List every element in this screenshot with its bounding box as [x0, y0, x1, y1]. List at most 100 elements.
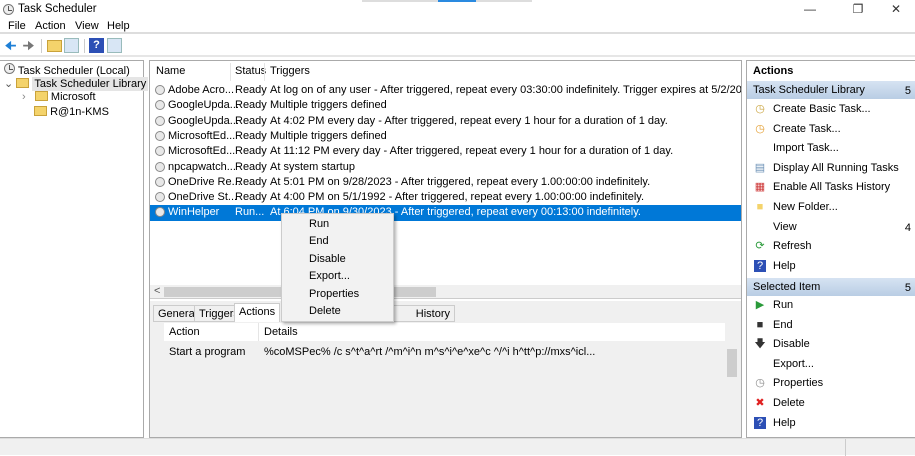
context-run[interactable]: Run: [309, 218, 329, 230]
action-delete[interactable]: ✖ Delete: [747, 394, 915, 413]
context-disable[interactable]: Disable: [309, 253, 346, 265]
task-name: MicrosoftEd...: [168, 129, 236, 142]
show-hide-console-tree-icon[interactable]: [64, 38, 79, 53]
collapse-arrow-icon[interactable]: 5: [905, 85, 911, 97]
action-label: Enable All Tasks History: [773, 181, 891, 194]
action-label: Create Task...: [773, 122, 841, 135]
action-label: Refresh: [773, 240, 812, 253]
action-label: View: [773, 220, 797, 233]
tree-folder-microsoft[interactable]: › Microsoft: [22, 91, 96, 103]
action-refresh[interactable]: ⟳ Refresh: [747, 237, 915, 256]
task-triggers: At log on of any user - After triggered,…: [270, 84, 741, 96]
menu-help[interactable]: Help: [107, 20, 130, 32]
back-arrow-icon[interactable]: 🠈: [3, 38, 18, 53]
delete-icon: ✖: [755, 397, 765, 409]
task-name: OneDrive Re...: [168, 175, 241, 188]
disable-icon: 🡇: [754, 338, 766, 351]
folder-label: Microsoft: [50, 91, 96, 103]
restore-button[interactable]: ❐: [838, 0, 878, 18]
action-new-folder[interactable]: ■ New Folder...: [747, 198, 915, 217]
action-display-all-running-tasks[interactable]: ▤ Display All Running Tasks: [747, 159, 915, 178]
horizontal-scrollbar[interactable]: <: [150, 285, 741, 298]
context-export[interactable]: Export...: [309, 270, 350, 282]
forward-arrow-icon[interactable]: 🠊: [21, 38, 36, 53]
tree-root[interactable]: Task Scheduler (Local): [4, 63, 130, 77]
task-row[interactable]: OneDrive St... Ready At 4:00 PM on 5/1/1…: [150, 190, 741, 205]
action-view[interactable]: View 4: [747, 218, 915, 237]
menu-view[interactable]: View: [75, 20, 99, 32]
column-header-triggers[interactable]: Triggers: [270, 65, 310, 83]
task-clock-icon: [155, 130, 165, 141]
task-row[interactable]: GoogleUpda... Ready Multiple triggers de…: [150, 98, 741, 113]
action-enable-all-tasks-history[interactable]: ▦ Enable All Tasks History: [747, 178, 915, 197]
console-tree: Task Scheduler (Local) ⌄ Task Scheduler …: [0, 60, 149, 438]
context-end[interactable]: End: [309, 235, 329, 247]
action-label: Help: [773, 416, 796, 429]
task-row[interactable]: npcapwatch... Ready At system startup: [150, 160, 741, 175]
window-title: Task Scheduler: [18, 3, 97, 15]
task-list: Name Status Triggers Adobe Acro... Ready…: [150, 61, 741, 299]
menu-action[interactable]: Action: [35, 20, 66, 32]
task-name: GoogleUpda...: [168, 99, 239, 112]
submenu-arrow-icon: 4: [904, 221, 911, 234]
action-help[interactable]: ? Help: [747, 414, 915, 433]
action-export[interactable]: Export...: [747, 355, 915, 374]
collapse-arrow-icon[interactable]: 5: [905, 282, 911, 294]
action-label: Import Task...: [773, 142, 839, 155]
section-title: Selected Item: [753, 281, 821, 293]
action-disable[interactable]: 🡇 Disable: [747, 335, 915, 354]
column-divider[interactable]: [258, 323, 259, 341]
action-create-basic-task[interactable]: ◷ Create Basic Task...: [747, 100, 915, 119]
vertical-scrollbar[interactable]: [725, 323, 740, 435]
menu-bar: File Action View Help: [0, 18, 915, 34]
help-icon[interactable]: ?: [89, 38, 104, 53]
section-selected-item[interactable]: Selected Item 5: [747, 278, 915, 296]
enable-history-icon: ▦: [754, 181, 766, 194]
context-properties[interactable]: Properties: [309, 288, 359, 300]
action-create-task[interactable]: ◷ Create Task...: [747, 120, 915, 139]
new-folder-icon: ■: [756, 201, 764, 213]
task-row[interactable]: MicrosoftEd... Ready At 11:12 PM every d…: [150, 144, 741, 159]
action-import-task[interactable]: Import Task...: [747, 139, 915, 158]
task-row[interactable]: MicrosoftEd... Ready Multiple triggers d…: [150, 129, 741, 144]
tree-folder-r1n-kms[interactable]: R@1n-KMS: [34, 106, 109, 118]
task-row[interactable]: GoogleUpda... Ready At 4:02 PM every day…: [150, 114, 741, 129]
toolbar: 🠈 🠊 ?: [0, 36, 915, 57]
column-header-status[interactable]: Status: [235, 65, 266, 83]
up-folder-icon[interactable]: [47, 40, 62, 52]
scroll-left-arrow-icon[interactable]: <: [154, 285, 160, 297]
task-clock-icon: [155, 192, 165, 203]
show-hide-action-pane-icon[interactable]: [107, 38, 122, 53]
menu-file[interactable]: File: [8, 20, 26, 32]
help-icon: ?: [754, 259, 766, 272]
tab-actions[interactable]: Actions: [234, 303, 281, 322]
task-row[interactable]: Adobe Acro... Ready At log on of any use…: [150, 83, 741, 98]
tree-library-label: Task Scheduler Library: [32, 77, 149, 91]
column-divider[interactable]: [230, 63, 231, 81]
actions-table: Action Details Start a program %coMSPec%…: [164, 323, 740, 435]
task-name: OneDrive St...: [168, 191, 238, 204]
close-button[interactable]: ✕: [876, 0, 915, 18]
action-row[interactable]: Start a program %coMSPec% /c s^t^a^rt /^…: [164, 344, 725, 361]
task-row[interactable]: WinHelper Run... At 6:04 PM on 9/30/2023…: [150, 205, 741, 221]
tree-library[interactable]: ⌄ Task Scheduler Library: [4, 77, 149, 91]
column-header-name[interactable]: Name: [156, 65, 185, 83]
task-clock-icon: [155, 146, 165, 157]
column-header-details[interactable]: Details: [264, 326, 298, 338]
column-header-action[interactable]: Action: [169, 326, 200, 338]
scrollbar-thumb[interactable]: [727, 349, 737, 377]
folder-clock-icon: [16, 78, 30, 88]
action-end[interactable]: ■ End: [747, 316, 915, 335]
task-triggers: At 4:02 PM every day - After triggered, …: [270, 114, 668, 127]
task-triggers: At 4:00 PM on 5/1/1992 - After triggered…: [270, 191, 645, 204]
column-divider[interactable]: [264, 63, 265, 81]
minimize-button[interactable]: —: [790, 0, 830, 18]
center-pane: Name Status Triggers Adobe Acro... Ready…: [149, 60, 742, 438]
action-properties[interactable]: ◷ Properties: [747, 374, 915, 393]
section-task-scheduler-library[interactable]: Task Scheduler Library 5: [747, 81, 915, 99]
action-help[interactable]: ? Help: [747, 257, 915, 276]
clock-icon: [4, 63, 15, 74]
action-run[interactable]: ▶ Run: [747, 296, 915, 315]
context-delete[interactable]: Delete: [309, 305, 341, 317]
task-row[interactable]: OneDrive Re... Ready At 5:01 PM on 9/28/…: [150, 175, 741, 190]
